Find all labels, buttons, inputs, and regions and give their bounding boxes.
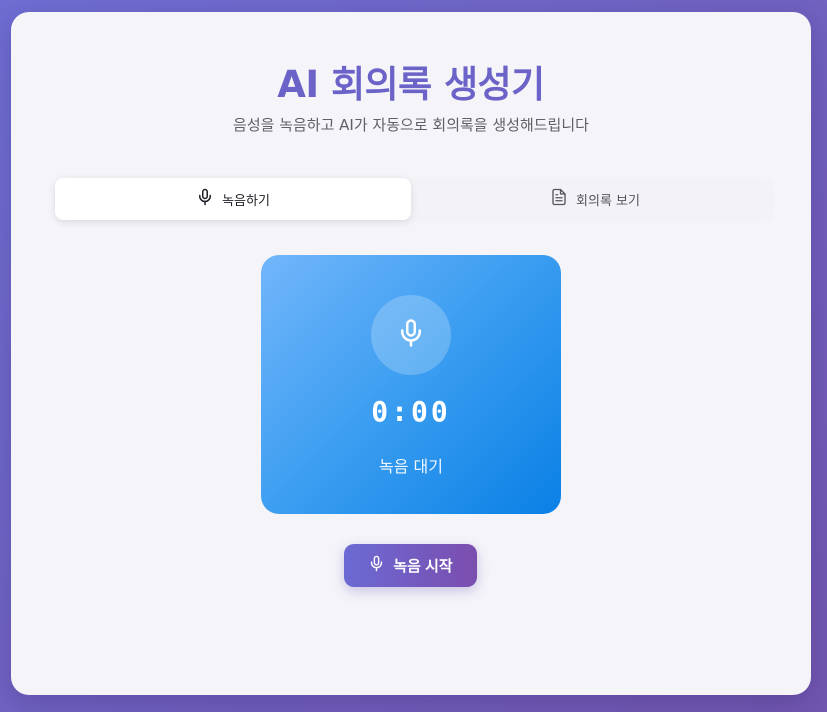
microphone-icon bbox=[396, 318, 426, 352]
recording-status: 녹음 대기 bbox=[379, 457, 443, 476]
start-recording-button[interactable]: 녹음 시작 bbox=[344, 544, 477, 587]
tab-bar: 녹음하기 회의록 보기 bbox=[54, 178, 774, 222]
recorder-mic bbox=[371, 295, 451, 375]
tab-minutes-label: 회의록 보기 bbox=[576, 193, 640, 209]
page-title: AI 회의록 생성기 bbox=[277, 63, 545, 106]
tab-minutes[interactable]: 회의록 보기 bbox=[417, 178, 773, 220]
document-icon bbox=[550, 188, 568, 210]
start-recording-label: 녹음 시작 bbox=[393, 558, 453, 575]
tab-record[interactable]: 녹음하기 bbox=[55, 178, 411, 220]
microphone-icon bbox=[368, 555, 385, 576]
microphone-icon bbox=[196, 188, 214, 210]
recorder-panel: 0:00 녹음 대기 bbox=[261, 255, 561, 514]
page-subtitle: 음성을 녹음하고 AI가 자동으로 회의록을 생성해드립니다 bbox=[233, 116, 589, 134]
recording-timer: 0:00 bbox=[371, 395, 451, 428]
main-card: AI 회의록 생성기 음성을 녹음하고 AI가 자동으로 회의록을 생성해드립니… bbox=[11, 12, 811, 695]
tab-record-label: 녹음하기 bbox=[222, 193, 270, 209]
